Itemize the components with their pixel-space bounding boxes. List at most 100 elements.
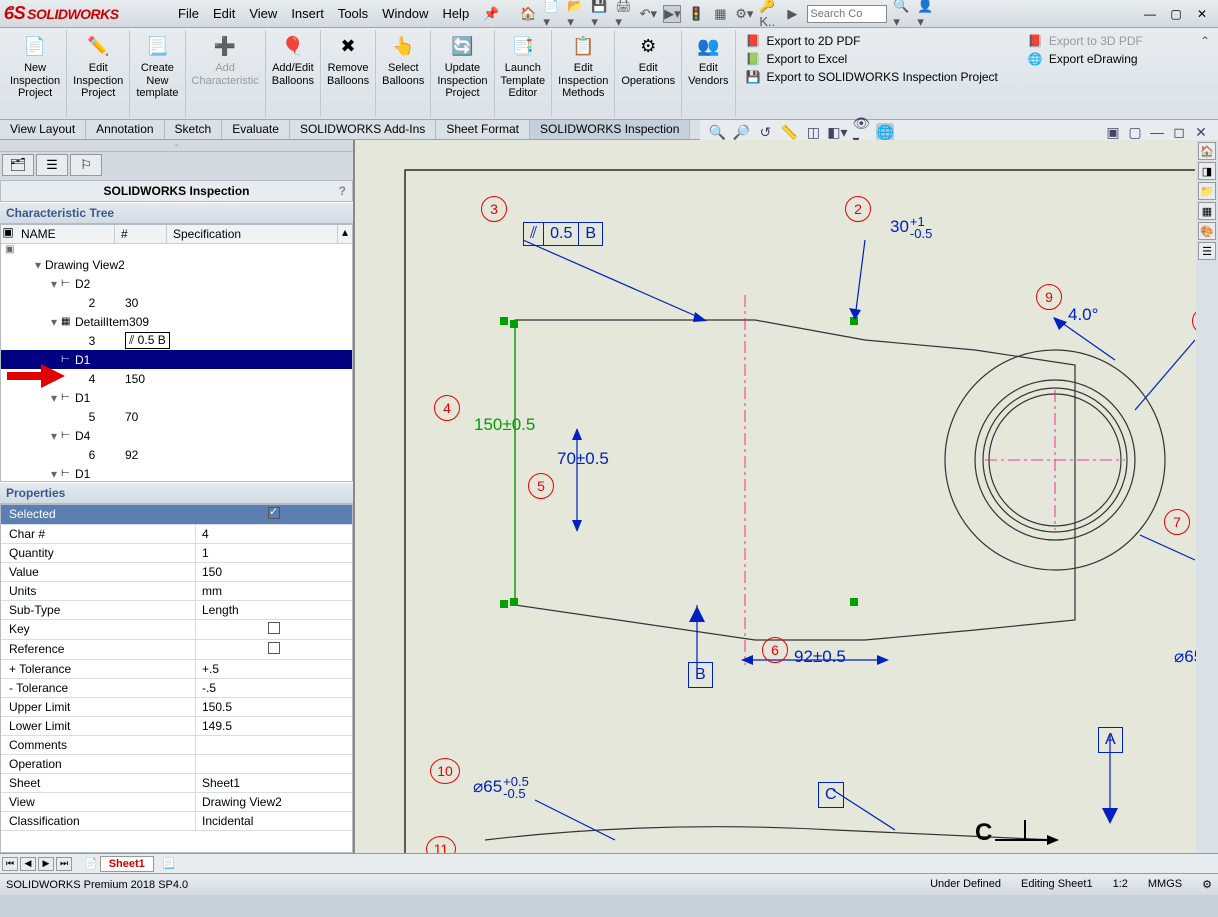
expand-icon[interactable]: ▾ xyxy=(51,467,61,481)
dimension[interactable]: 92±0.5 xyxy=(794,647,846,667)
status-gear-icon[interactable]: ⚙ xyxy=(1202,878,1212,891)
open-icon[interactable]: 📂▾ xyxy=(567,5,585,23)
prop-row[interactable]: Quantity1 xyxy=(1,544,352,563)
expand-icon[interactable]: ▾ xyxy=(51,429,61,443)
sheet-next-icon[interactable]: ▶ xyxy=(38,857,54,871)
rb-list-icon[interactable]: ☰ xyxy=(1198,242,1216,260)
win-max-icon[interactable]: ◻ xyxy=(1170,123,1188,141)
menu-file[interactable]: File xyxy=(178,6,199,22)
pin-icon[interactable]: 📌 xyxy=(483,6,499,22)
prop-value[interactable]: Incidental xyxy=(196,812,352,830)
save-icon[interactable]: 💾▾ xyxy=(591,5,609,23)
tab-sketch[interactable]: Sketch xyxy=(165,120,223,139)
balloon-5[interactable]: 5 xyxy=(528,473,554,499)
sheet-prev-icon[interactable]: ◀ xyxy=(20,857,36,871)
export-project[interactable]: 💾Export to SOLIDWORKS Inspection Project xyxy=(746,70,998,84)
tree-row[interactable]: ▾▦DetailItem309 xyxy=(1,312,352,331)
win-min-icon[interactable]: — xyxy=(1148,123,1166,141)
prop-row[interactable]: Reference xyxy=(1,640,352,660)
tree-row[interactable]: ▾Drawing View2 xyxy=(1,255,352,274)
zoom-fit-icon[interactable]: 🔍 xyxy=(708,123,726,141)
win-layout-icon[interactable]: ▣ xyxy=(1104,123,1122,141)
list-tab-icon[interactable]: ☰ xyxy=(36,154,68,176)
prop-value[interactable] xyxy=(196,736,352,754)
prop-row[interactable]: Operation xyxy=(1,755,352,774)
dimension[interactable]: 70±0.5 xyxy=(557,449,609,469)
rb-home-icon[interactable]: 🏠 xyxy=(1198,142,1216,160)
balloon-7[interactable]: 7 xyxy=(1164,509,1190,535)
prop-value[interactable]: 150 xyxy=(196,563,352,581)
prop-value[interactable] xyxy=(196,755,352,773)
ribbon-remove-balloons[interactable]: ✖RemoveBalloons xyxy=(321,30,376,117)
ribbon-create-new-template[interactable]: 📃CreateNewtemplate xyxy=(130,30,185,117)
menu-edit[interactable]: Edit xyxy=(213,6,235,22)
sheet-last-icon[interactable]: ⏭ xyxy=(56,857,72,871)
prop-row[interactable]: Upper Limit150.5 xyxy=(1,698,352,717)
rb-cube-icon[interactable]: ◨ xyxy=(1198,162,1216,180)
ribbon-edit-operations[interactable]: ⚙EditOperations xyxy=(615,30,682,117)
new-icon[interactable]: 📄▾ xyxy=(543,5,561,23)
ribbon-edit-inspection-project[interactable]: ✏️EditInspectionProject xyxy=(67,30,130,117)
prop-value[interactable]: 4 xyxy=(196,525,352,543)
ruler-icon[interactable]: 📏 xyxy=(780,123,798,141)
ribbon-edit-inspection-methods[interactable]: 📋EditInspectionMethods xyxy=(552,30,615,117)
datum-C[interactable]: C xyxy=(818,782,844,808)
maximize-button[interactable]: ▢ xyxy=(1164,5,1188,23)
tree-row[interactable]: 230 xyxy=(1,293,352,312)
prop-value[interactable]: -.5 xyxy=(196,679,352,697)
minimize-button[interactable]: — xyxy=(1138,5,1162,23)
tree-row[interactable]: ▾⊢D2 xyxy=(1,274,352,293)
rb-colors-icon[interactable]: 🎨 xyxy=(1198,222,1216,240)
ribbon-select-balloons[interactable]: 👆SelectBalloons xyxy=(376,30,431,117)
export-2d-pdf[interactable]: 📕Export to 2D PDF xyxy=(746,34,998,48)
prop-value[interactable]: mm xyxy=(196,582,352,600)
ribbon-update-inspection-project[interactable]: 🔄UpdateInspectionProject xyxy=(431,30,494,117)
search-input[interactable] xyxy=(807,5,887,23)
balloon-2[interactable]: 2 xyxy=(845,196,871,222)
panel-grip[interactable]: ◦ xyxy=(0,140,353,152)
tab-inspection[interactable]: SOLIDWORKS Inspection xyxy=(530,120,690,139)
menu-tools[interactable]: Tools xyxy=(338,6,368,22)
gdt-parallelism[interactable]: ⫽ 0.5 B xyxy=(523,222,603,246)
user-icon[interactable]: 👤▾ xyxy=(917,5,935,23)
checkbox-icon[interactable] xyxy=(268,642,280,654)
prop-row[interactable]: Char #4 xyxy=(1,525,352,544)
dimension[interactable]: 150±0.5 xyxy=(474,415,535,435)
expand-icon[interactable]: ▾ xyxy=(35,258,45,272)
prop-row[interactable]: + Tolerance+.5 xyxy=(1,660,352,679)
tab-evaluate[interactable]: Evaluate xyxy=(222,120,290,139)
menu-help[interactable]: Help xyxy=(442,6,469,22)
tree-row[interactable]: ▾⊢D1 xyxy=(1,464,352,482)
prop-row[interactable]: Value150 xyxy=(1,563,352,582)
prop-value[interactable]: Length xyxy=(196,601,352,619)
status-units[interactable]: MMGS xyxy=(1148,878,1182,891)
prop-value[interactable]: Drawing View2 xyxy=(196,793,352,811)
menu-view[interactable]: View xyxy=(249,6,277,22)
select-icon[interactable]: ▶▾ xyxy=(663,5,681,23)
datum-A[interactable]: A xyxy=(1098,727,1123,753)
section-icon[interactable]: ◫ xyxy=(804,123,822,141)
dimension[interactable]: 4.0° xyxy=(1068,305,1098,325)
tree-row[interactable]: 3⫽ 0.5 B xyxy=(1,331,352,350)
expand-icon[interactable]: ▾ xyxy=(51,277,61,291)
prop-row[interactable]: ClassificationIncidental xyxy=(1,812,352,831)
home-icon[interactable]: 🏠 xyxy=(519,5,537,23)
prop-row[interactable]: Unitsmm xyxy=(1,582,352,601)
win-close-icon[interactable]: ✕ xyxy=(1192,123,1210,141)
zoom-area-icon[interactable]: 🔎 xyxy=(732,123,750,141)
prop-row[interactable]: ViewDrawing View2 xyxy=(1,793,352,812)
checkbox-icon[interactable] xyxy=(268,507,280,519)
zoom-prev-icon[interactable]: ↺ xyxy=(756,123,774,141)
export-edrawing[interactable]: 🌐Export eDrawing xyxy=(1028,52,1143,66)
appearance-icon[interactable]: 🌐 xyxy=(876,123,894,141)
tree-row[interactable]: 570 xyxy=(1,407,352,426)
tree-expand-all-icon[interactable]: ▣ xyxy=(1,225,15,243)
prop-value[interactable]: 1 xyxy=(196,544,352,562)
balloon-6[interactable]: 6 xyxy=(762,637,788,663)
ribbon-add-edit-balloons[interactable]: 🎈Add/EditBalloons xyxy=(266,30,321,117)
tree-row[interactable]: 692 xyxy=(1,445,352,464)
balloon-4[interactable]: 4 xyxy=(434,395,460,421)
datum-B[interactable]: B xyxy=(688,662,713,688)
prop-row[interactable]: Comments xyxy=(1,736,352,755)
prop-row[interactable]: Lower Limit149.5 xyxy=(1,717,352,736)
